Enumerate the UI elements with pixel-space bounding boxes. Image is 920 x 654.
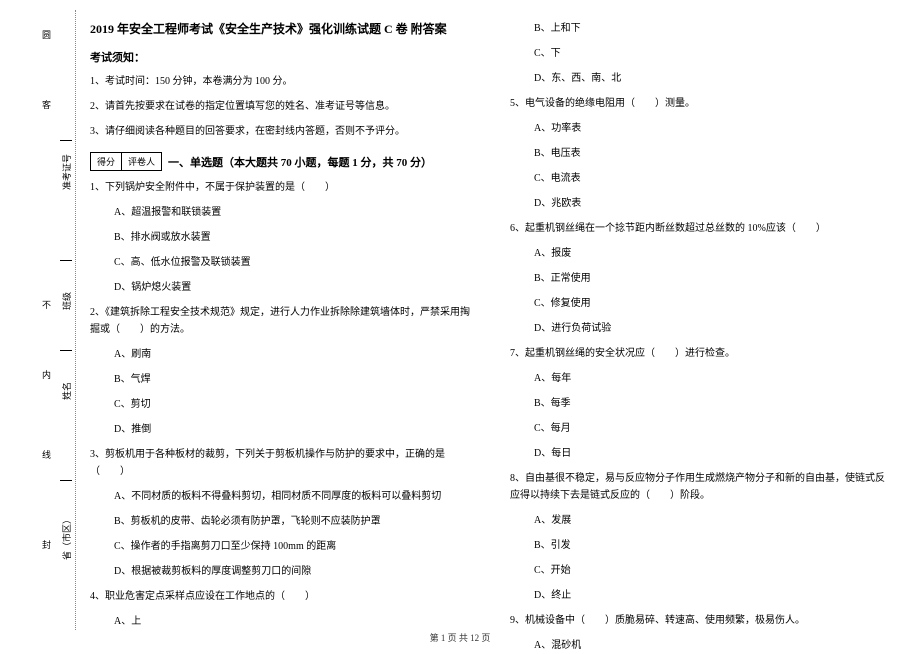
q4-opt-d: D、东、西、南、北	[510, 70, 890, 87]
left-column: 2019 年安全工程师考试《安全生产技术》强化训练试题 C 卷 附答案 考试须知…	[90, 20, 470, 620]
q2-opt-b: B、气焊	[90, 371, 470, 388]
margin-underline-1	[60, 140, 72, 141]
margin-char-4: 内	[40, 370, 53, 379]
margin-field-exam-id: 准考证号	[60, 154, 73, 190]
margin-underline-3	[60, 350, 72, 351]
score-box: 得分 评卷人	[90, 152, 162, 171]
margin-char-2: 客	[40, 100, 53, 109]
margin-underline-4	[60, 480, 72, 481]
right-column: B、上和下 C、下 D、东、西、南、北 5、电气设备的绝缘电阻用（ ）测量。 A…	[510, 20, 890, 620]
margin-char-5: 线	[40, 450, 53, 459]
q8-opt-a: A、发展	[510, 512, 890, 529]
margin-char-6: 封	[40, 540, 53, 549]
notice-header: 考试须知：	[90, 49, 470, 65]
q2-opt-d: D、推倒	[90, 421, 470, 438]
q6-stem: 6、起重机钢丝绳在一个捻节距内断丝数超过总丝数的 10%应该（ ）	[510, 220, 890, 237]
q9-stem: 9、机械设备中（ ）质脆易碎、转速高、使用频繁，极易伤人。	[510, 612, 890, 629]
score-cell-score: 得分	[91, 153, 122, 170]
q1-opt-d: D、锅炉熄火装置	[90, 279, 470, 296]
notice-1: 1、考试时间：150 分钟，本卷满分为 100 分。	[90, 73, 470, 90]
q6-opt-b: B、正常使用	[510, 270, 890, 287]
dotted-vertical-line	[75, 10, 76, 630]
q5-stem: 5、电气设备的绝缘电阻用（ ）测量。	[510, 95, 890, 112]
q5-opt-a: A、功率表	[510, 120, 890, 137]
q8-opt-c: C、开始	[510, 562, 890, 579]
q4-stem: 4、职业危害定点采样点应设在工作地点的（ ）	[90, 588, 470, 605]
q1-opt-a: A、超温报警和联锁装置	[90, 204, 470, 221]
score-cell-reviewer: 评卷人	[122, 153, 161, 170]
margin-char-1: 圆	[40, 30, 53, 39]
notice-2: 2、请首先按要求在试卷的指定位置填写您的姓名、准考证号等信息。	[90, 98, 470, 115]
q2-stem: 2、《建筑拆除工程安全技术规范》规定，进行人力作业拆除除建筑墙体时，严禁采用掏掘…	[90, 304, 470, 338]
q8-opt-d: D、终止	[510, 587, 890, 604]
page-footer: 第 1 页 共 12 页	[0, 631, 920, 644]
section-title: 一、单选题（本大题共 70 小题，每题 1 分，共 70 分）	[168, 154, 432, 170]
q1-opt-b: B、排水阀或放水装置	[90, 229, 470, 246]
q7-stem: 7、起重机钢丝绳的安全状况应（ ）进行检查。	[510, 345, 890, 362]
q6-opt-d: D、进行负荷试验	[510, 320, 890, 337]
q5-opt-c: C、电流表	[510, 170, 890, 187]
q3-stem: 3、剪板机用于各种板材的裁剪，下列关于剪板机操作与防护的要求中，正确的是（ ）	[90, 446, 470, 480]
exam-title: 2019 年安全工程师考试《安全生产技术》强化训练试题 C 卷 附答案	[90, 20, 470, 37]
q8-stem: 8、自由基很不稳定，易与反应物分子作用生成燃烧产物分子和新的自由基，使链式反应得…	[510, 470, 890, 504]
q3-opt-d: D、根据被裁剪板料的厚度调整剪刀口的间隙	[90, 563, 470, 580]
margin-field-name: 姓名	[60, 382, 73, 400]
margin-field-class: 班级	[60, 292, 73, 310]
margin-field-province: 省（市区）	[60, 515, 73, 560]
q6-opt-a: A、报废	[510, 245, 890, 262]
q3-opt-c: C、操作者的手指离剪刀口至少保持 100mm 的距离	[90, 538, 470, 555]
q7-opt-a: A、每年	[510, 370, 890, 387]
q5-opt-d: D、兆欧表	[510, 195, 890, 212]
score-section-row: 得分 评卷人 一、单选题（本大题共 70 小题，每题 1 分，共 70 分）	[90, 152, 470, 171]
q3-opt-b: B、剪板机的皮带、齿轮必须有防护罩，飞轮则不应装防护罩	[90, 513, 470, 530]
q4-opt-b: B、上和下	[510, 20, 890, 37]
q7-opt-b: B、每季	[510, 395, 890, 412]
margin-char-3: 不	[40, 300, 53, 309]
q7-opt-d: D、每日	[510, 445, 890, 462]
q2-opt-a: A、刷南	[90, 346, 470, 363]
q6-opt-c: C、修复使用	[510, 295, 890, 312]
q3-opt-a: A、不同材质的板料不得叠料剪切，相同材质不同厚度的板料可以叠料剪切	[90, 488, 470, 505]
q8-opt-b: B、引发	[510, 537, 890, 554]
q1-opt-c: C、高、低水位报警及联锁装置	[90, 254, 470, 271]
binding-margin: 圆 客 不 内 线 封 准考证号 班级 姓名 省（市区）	[30, 0, 80, 650]
q7-opt-c: C、每月	[510, 420, 890, 437]
margin-underline-2	[60, 260, 72, 261]
notice-3: 3、请仔细阅读各种题目的回答要求，在密封线内答题，否则不予评分。	[90, 123, 470, 140]
q5-opt-b: B、电压表	[510, 145, 890, 162]
q2-opt-c: C、剪切	[90, 396, 470, 413]
q4-opt-a: A、上	[90, 613, 470, 630]
q1-stem: 1、下列锅炉安全附件中，不属于保护装置的是（ ）	[90, 179, 470, 196]
q4-opt-c: C、下	[510, 45, 890, 62]
content-columns: 2019 年安全工程师考试《安全生产技术》强化训练试题 C 卷 附答案 考试须知…	[90, 20, 890, 620]
